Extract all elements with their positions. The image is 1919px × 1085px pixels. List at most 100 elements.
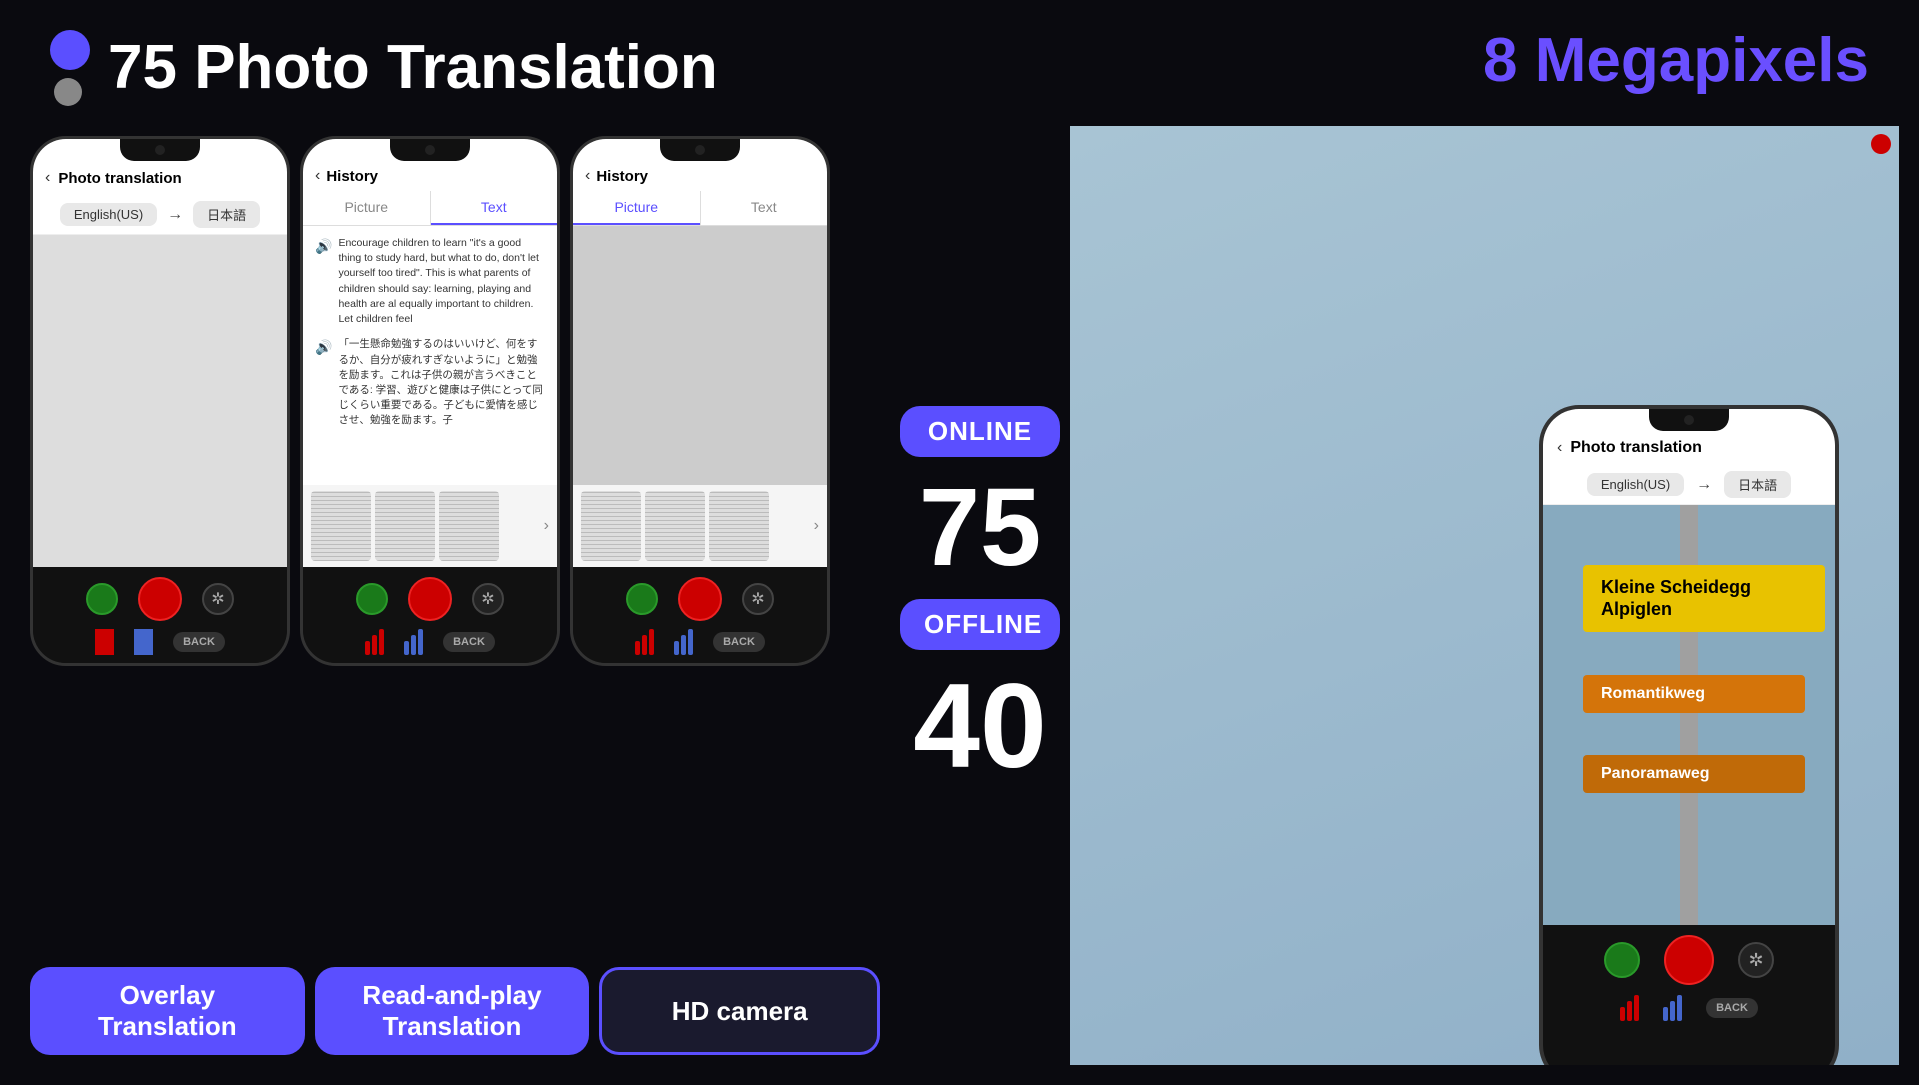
phone2-red-button[interactable] [408, 577, 452, 621]
sign-orange-text: Romantikweg [1601, 685, 1787, 703]
bar6 [148, 629, 153, 655]
large-phone-green-button[interactable] [1604, 942, 1640, 978]
thumb-next-icon[interactable]: › [544, 517, 549, 535]
phone2-green-button[interactable] [356, 583, 388, 615]
phone3-thumb1[interactable] [581, 491, 641, 561]
phone3-notch-dot [695, 145, 705, 155]
bar-b3 [418, 629, 423, 655]
large-phone-asterisk-button[interactable]: ✲ [1738, 942, 1774, 978]
large-phone-red-button[interactable] [1664, 935, 1714, 985]
megapixels-label: 8 Megapixels [1483, 30, 1869, 92]
offline-number: 40 [913, 666, 1046, 786]
bar-bb1 [674, 641, 679, 655]
bar5 [141, 635, 146, 655]
bar-r1 [365, 641, 370, 655]
read-and-play-btn[interactable]: Read-and-play Translation [315, 967, 590, 1055]
phone3-asterisk-button[interactable]: ✲ [742, 583, 774, 615]
phone3-bars-red[interactable] [635, 629, 654, 655]
large-phone-notch [1649, 409, 1729, 431]
phone2-content: 🔊 Encourage children to learn "it's a go… [303, 226, 557, 485]
large-phone-bars-blue[interactable] [1663, 995, 1682, 1021]
lp-bar-r1 [1620, 1007, 1625, 1021]
speaker-icon[interactable]: 🔊 [315, 238, 332, 255]
stats-section: ONLINE 75 OFFLINE 40 [890, 126, 1070, 1065]
large-phone-back-button[interactable]: BACK [1706, 998, 1758, 1018]
bar2 [102, 635, 107, 655]
phone3-back-arrow-icon[interactable]: ‹ [585, 167, 590, 185]
phone1-green-button[interactable] [86, 583, 118, 615]
phone2-back-button[interactable]: BACK [443, 632, 495, 652]
bar-bb2 [681, 635, 686, 655]
phone1-lang-from[interactable]: English(US) [60, 203, 157, 226]
large-phone-arrow-icon: → [1696, 476, 1712, 494]
phone3-thumb2[interactable] [645, 491, 705, 561]
phone3-back-button[interactable]: BACK [713, 632, 765, 652]
phone1-bars-blue[interactable] [134, 629, 153, 655]
phone3-red-button[interactable] [678, 577, 722, 621]
tab-text[interactable]: Text [431, 191, 558, 225]
phone2-readplay: ‹ History Picture Text 🔊 Encourage child… [300, 136, 560, 666]
phone3-tab-text[interactable]: Text [701, 191, 828, 225]
phone1-lang-to[interactable]: 日本語 [193, 201, 260, 228]
large-phone-content: Kleine Scheidegg Alpiglen Romantikweg Pa… [1543, 505, 1835, 925]
tab-picture[interactable]: Picture [303, 191, 430, 225]
large-phone-title: Photo translation [1570, 439, 1702, 457]
lp-bar-b2 [1670, 1001, 1675, 1021]
phone1-back-arrow-icon[interactable]: ‹ [45, 169, 50, 187]
lp-bar-b1 [1663, 1007, 1668, 1021]
phone3-thumbnails: › [573, 485, 827, 567]
header-left: 75 Photo Translation [50, 30, 718, 106]
phone3-thumb3[interactable] [709, 491, 769, 561]
thumb1[interactable] [311, 491, 371, 561]
phone1-content: Encourage children to learn 'it's a good… [33, 235, 287, 567]
large-phone-lang-from[interactable]: English(US) [1587, 473, 1684, 496]
thumb2[interactable] [375, 491, 435, 561]
signpost-background: Kleine Scheidegg Alpiglen Romantikweg Pa… [1543, 505, 1835, 925]
phone2-thumbnails: › [303, 485, 557, 567]
large-phone-mockup: ‹ Photo translation English(US) → 日本語 Kl… [1539, 405, 1839, 1065]
phone1-overlay: ‹ Photo translation English(US) → 日本語 En… [30, 136, 290, 666]
large-phone-lang-bar: English(US) → 日本語 [1543, 465, 1835, 505]
overlay-translation-label: Overlay Translation [98, 980, 237, 1042]
phone1-asterisk-button[interactable]: ✲ [202, 583, 234, 615]
large-phone-back-arrow-icon[interactable]: ‹ [1557, 439, 1562, 457]
large-phone-bars-red[interactable] [1620, 995, 1639, 1021]
bar1 [95, 641, 100, 655]
phone3-hd: ‹ History Picture Text 子供を励ます子供を励ます子供を励ま… [570, 136, 830, 666]
phone2-back-arrow-icon[interactable]: ‹ [315, 167, 320, 185]
phone3-tab-picture[interactable]: Picture [573, 191, 700, 225]
phone2-controls-row1: ✲ [356, 577, 504, 621]
phone1-controls-row2: BACK [95, 629, 225, 655]
dot-group [50, 30, 90, 106]
hd-camera-btn[interactable]: HD camera [599, 967, 880, 1055]
sign-brown: Panoramaweg [1583, 755, 1805, 793]
phone2-title: History [326, 168, 378, 185]
speaker-icon-jp[interactable]: 🔊 [315, 339, 332, 356]
phone3-green-button[interactable] [626, 583, 658, 615]
phones-section: ‹ Photo translation English(US) → 日本語 En… [20, 126, 890, 1065]
overlay-translation-btn[interactable]: Overlay Translation [30, 967, 305, 1055]
header: 75 Photo Translation 8 Megapixels [0, 0, 1919, 126]
hd-camera-label: HD camera [672, 996, 808, 1027]
large-phone-lang-to[interactable]: 日本語 [1724, 471, 1791, 498]
phone3-bars-blue[interactable] [674, 629, 693, 655]
main-content: ‹ Photo translation English(US) → 日本語 En… [0, 126, 1919, 1085]
phone1-red-button[interactable] [138, 577, 182, 621]
offline-badge: OFFLINE [900, 599, 1060, 650]
phone1-back-button[interactable]: BACK [173, 632, 225, 652]
sign-yellow: Kleine Scheidegg Alpiglen [1583, 565, 1825, 632]
phone2-controls-row2: BACK [365, 629, 495, 655]
top-right-close-icon[interactable] [1871, 134, 1891, 154]
phone2-notch-dot [425, 145, 435, 155]
phone2-bars-blue[interactable] [404, 629, 423, 655]
phone2-bars-red[interactable] [365, 629, 384, 655]
phone3-controls: ✲ BACK [573, 567, 827, 663]
phone2-controls: ✲ BACK [303, 567, 557, 663]
phone2-asterisk-button[interactable]: ✲ [472, 583, 504, 615]
phone3-thumb-next-icon[interactable]: › [814, 517, 819, 535]
phone1-bars-red[interactable] [95, 629, 114, 655]
phone1-notch-dot [155, 145, 165, 155]
phones-row: ‹ Photo translation English(US) → 日本語 En… [20, 126, 890, 955]
thumb3[interactable] [439, 491, 499, 561]
phone1-controls: ✲ BACK [33, 567, 287, 663]
